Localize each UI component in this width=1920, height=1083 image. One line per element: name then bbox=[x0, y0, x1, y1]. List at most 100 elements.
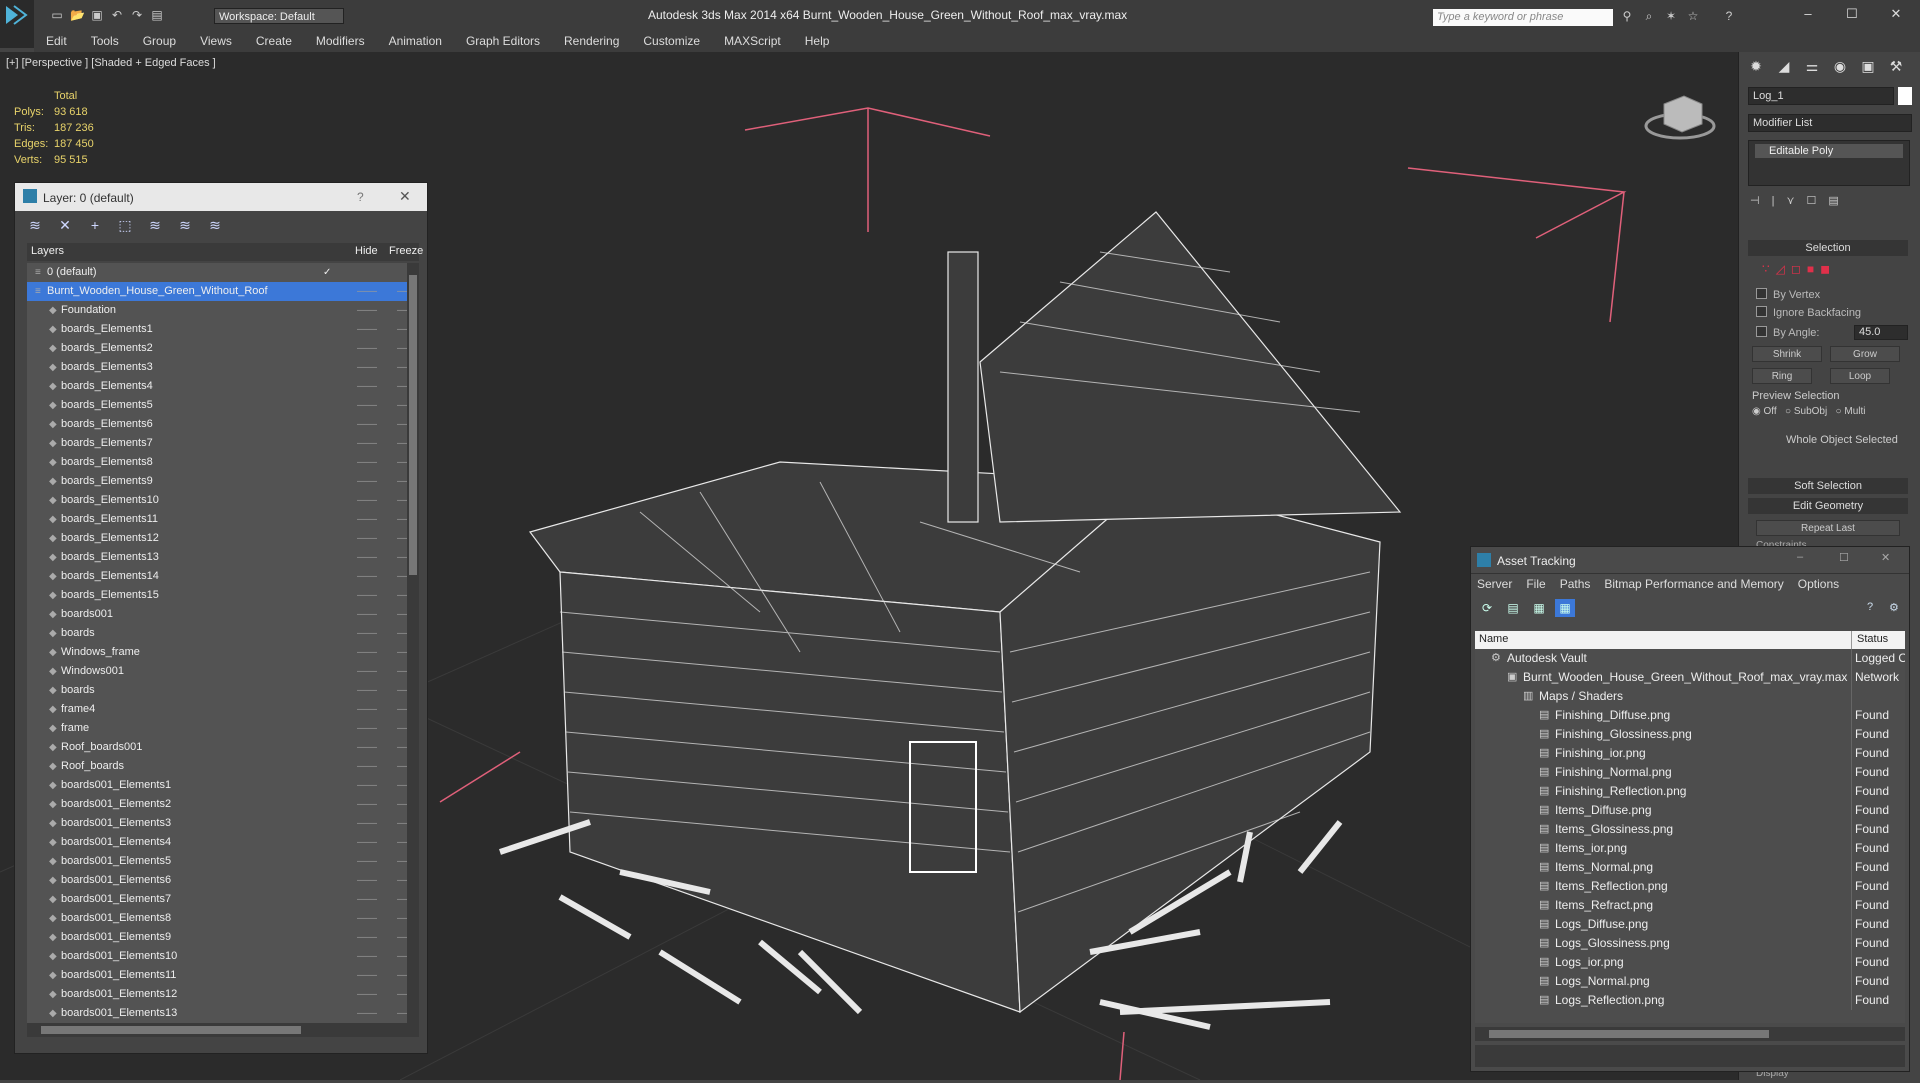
layer-row[interactable]: ≡ Burnt_Wooden_House_Green_Without_Roof ——… bbox=[27, 282, 419, 301]
menu-rendering[interactable]: Rendering bbox=[552, 30, 631, 48]
maximize-button[interactable]: ☐ bbox=[1842, 6, 1862, 22]
layer-row[interactable]: ◆boards_Elements14———— bbox=[27, 567, 419, 586]
hide-toggle[interactable]: —— bbox=[357, 776, 377, 795]
loop-button[interactable]: Loop bbox=[1830, 368, 1890, 384]
asset-row[interactable]: ▤ Finishing_Reflection.png Found bbox=[1475, 782, 1905, 801]
layer-row[interactable]: ◆boards_Elements4———— bbox=[27, 377, 419, 396]
soft-selection-rollout-header[interactable]: Soft Selection bbox=[1748, 478, 1908, 494]
layer-row[interactable]: ◆boards001_Elements7———— bbox=[27, 890, 419, 909]
layer-row[interactable]: ◆Roof_boards———— bbox=[27, 757, 419, 776]
layer-row[interactable]: ◆boards_Elements7———— bbox=[27, 434, 419, 453]
asset-row[interactable]: ▤ Finishing_Glossiness.png Found bbox=[1475, 725, 1905, 744]
menu-views[interactable]: Views bbox=[188, 30, 244, 48]
layer-help-button[interactable]: ? bbox=[357, 190, 364, 204]
hide-toggle[interactable]: —— bbox=[357, 605, 377, 624]
hide-toggle[interactable]: —— bbox=[357, 890, 377, 909]
redo-icon[interactable]: ↷ bbox=[130, 8, 144, 22]
layer-row[interactable]: ◆boards_Elements2———— bbox=[27, 339, 419, 358]
hide-toggle[interactable]: —— bbox=[357, 586, 377, 605]
hide-toggle[interactable]: —— bbox=[357, 548, 377, 567]
layer-row[interactable]: ◆boards001_Elements2———— bbox=[27, 795, 419, 814]
name-column-header[interactable]: Name bbox=[1479, 633, 1508, 645]
asset-row[interactable]: ▤ Logs_Reflection.png Found bbox=[1475, 991, 1905, 1010]
layer-row[interactable]: ◆boards_Elements10———— bbox=[27, 491, 419, 510]
hide-toggle[interactable]: —— bbox=[357, 985, 377, 1004]
layers-column-header[interactable]: Layers bbox=[31, 245, 64, 257]
create-tab-icon[interactable]: ✹ bbox=[1745, 58, 1767, 80]
hide-toggle[interactable]: —— bbox=[357, 928, 377, 947]
asset-row[interactable]: ▤ Items_Diffuse.png Found bbox=[1475, 801, 1905, 820]
asset-row[interactable]: ▤ Logs_Normal.png Found bbox=[1475, 972, 1905, 991]
layer-row[interactable]: ◆boards_Elements9———— bbox=[27, 472, 419, 491]
ignore-backfacing-checkbox[interactable]: Ignore Backfacing bbox=[1756, 306, 1861, 319]
subobject-level-icons[interactable]: ∵◿◻■◼ bbox=[1762, 262, 1836, 276]
layer-row[interactable]: ◆boards001_Elements11———— bbox=[27, 966, 419, 985]
asset-row[interactable]: ▤ Finishing_Normal.png Found bbox=[1475, 763, 1905, 782]
layer-row[interactable]: ◆boards001_Elements5———— bbox=[27, 852, 419, 871]
asset-minimize-button[interactable]: – bbox=[1797, 551, 1803, 563]
menu-group[interactable]: Group bbox=[131, 30, 188, 48]
hide-toggle[interactable]: —— bbox=[357, 529, 377, 548]
layer-row[interactable]: ◆boards_Elements3———— bbox=[27, 358, 419, 377]
layer-close-button[interactable]: ✕ bbox=[399, 188, 411, 205]
view-cube[interactable] bbox=[1644, 95, 1716, 140]
hide-toggle[interactable]: —— bbox=[357, 738, 377, 757]
grow-button[interactable]: Grow bbox=[1830, 346, 1900, 362]
list-view-icon[interactable]: ▤ bbox=[1503, 599, 1523, 617]
refresh-icon[interactable]: ⟳ bbox=[1477, 599, 1497, 617]
hide-toggle[interactable]: —— bbox=[357, 1004, 377, 1023]
menu-edit[interactable]: Edit bbox=[34, 30, 79, 48]
layer-row[interactable]: ◆boards001_Elements13———— bbox=[27, 1004, 419, 1023]
layer-row[interactable]: ◆Foundation———— bbox=[27, 301, 419, 320]
asset-row[interactable]: ▤ Logs_Diffuse.png Found bbox=[1475, 915, 1905, 934]
asset-row[interactable]: ▤ Items_Normal.png Found bbox=[1475, 858, 1905, 877]
asset-tracking-titlebar[interactable]: Asset Tracking – ☐ ✕ bbox=[1471, 547, 1909, 574]
asset-horizontal-scrollbar[interactable] bbox=[1475, 1027, 1905, 1041]
hide-toggle[interactable]: —— bbox=[357, 795, 377, 814]
asset-row[interactable]: ▤ Logs_Glossiness.png Found bbox=[1475, 934, 1905, 953]
layer-row[interactable]: ◆boards001_Elements6———— bbox=[27, 871, 419, 890]
layer-row[interactable]: ◆boards001_Elements12———— bbox=[27, 985, 419, 1004]
new-file-icon[interactable]: ▭ bbox=[50, 8, 64, 22]
hide-toggle[interactable]: —— bbox=[357, 757, 377, 776]
layer-row[interactable]: ◆boards———— bbox=[27, 624, 419, 643]
edit-geometry-rollout-header[interactable]: Edit Geometry bbox=[1748, 498, 1908, 514]
add-to-layer-icon[interactable]: + bbox=[85, 215, 105, 235]
hide-toggle[interactable]: —— bbox=[357, 472, 377, 491]
layer-row[interactable]: ◆boards_Elements5———— bbox=[27, 396, 419, 415]
asset-row[interactable]: ⚙ Autodesk Vault Logged O bbox=[1475, 649, 1905, 668]
hide-toggle[interactable]: —— bbox=[357, 282, 377, 301]
asset-row[interactable]: ▤ Items_ior.png Found bbox=[1475, 839, 1905, 858]
asset-menu-paths[interactable]: Paths bbox=[1560, 577, 1591, 591]
hide-column-header[interactable]: Hide bbox=[355, 245, 378, 257]
layer-row[interactable]: ◆Windows_frame———— bbox=[27, 643, 419, 662]
hide-toggle[interactable]: —— bbox=[357, 434, 377, 453]
asset-row[interactable]: ▤ Finishing_Diffuse.png Found bbox=[1475, 706, 1905, 725]
hide-toggle[interactable]: —— bbox=[357, 358, 377, 377]
workspace-dropdown[interactable]: Workspace: Default bbox=[214, 8, 344, 24]
project-folder-icon[interactable]: ▤ bbox=[150, 8, 164, 22]
layer-row[interactable]: ◆boards001_Elements4———— bbox=[27, 833, 419, 852]
layer-dialog-titlebar[interactable]: Layer: 0 (default) ? ✕ bbox=[15, 183, 427, 211]
hide-toggle[interactable]: —— bbox=[357, 320, 377, 339]
layer-vertical-scrollbar[interactable] bbox=[407, 263, 419, 1023]
layer-row[interactable]: ◆boards001_Elements1———— bbox=[27, 776, 419, 795]
asset-menu-file[interactable]: File bbox=[1526, 577, 1545, 591]
hide-toggle[interactable]: —— bbox=[357, 966, 377, 985]
open-file-icon[interactable]: 📂 bbox=[70, 8, 85, 22]
by-angle-checkbox[interactable]: By Angle: bbox=[1756, 326, 1819, 339]
hide-toggle[interactable]: —— bbox=[357, 339, 377, 358]
freeze-all-icon[interactable]: ≋ bbox=[205, 215, 225, 235]
current-layer-check-icon[interactable]: ✓ bbox=[323, 263, 331, 282]
hide-toggle[interactable]: —— bbox=[357, 396, 377, 415]
layer-row[interactable]: ◆frame———— bbox=[27, 719, 419, 738]
hide-all-icon[interactable]: ≋ bbox=[175, 215, 195, 235]
ring-button[interactable]: Ring bbox=[1752, 368, 1812, 384]
favorites-icon[interactable]: ☆ bbox=[1686, 9, 1700, 23]
hide-toggle[interactable]: —— bbox=[357, 491, 377, 510]
asset-row[interactable]: ▤ Logs_ior.png Found bbox=[1475, 953, 1905, 972]
hide-toggle[interactable]: —— bbox=[357, 909, 377, 928]
highlight-layer-icon[interactable]: ≋ bbox=[145, 215, 165, 235]
layer-row[interactable]: ◆boards_Elements1———— bbox=[27, 320, 419, 339]
select-objects-icon[interactable]: ⬚ bbox=[115, 215, 135, 235]
